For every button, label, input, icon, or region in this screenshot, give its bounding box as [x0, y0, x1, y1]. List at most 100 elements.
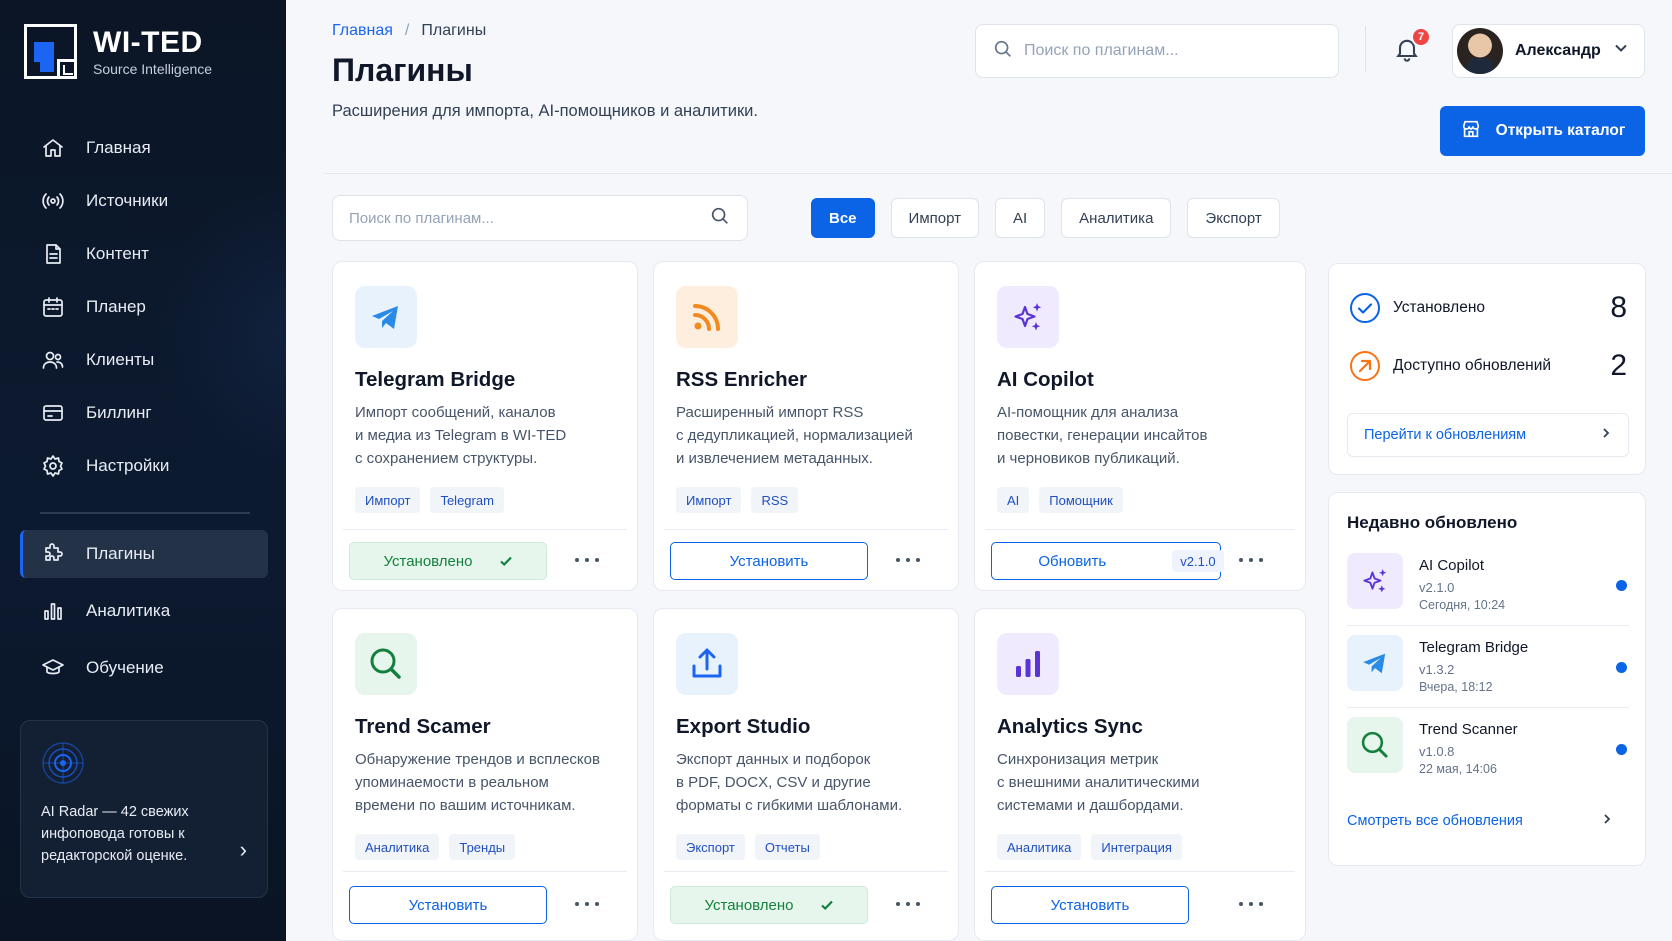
recent-plugin-date: Сегодня, 10:24 [1419, 598, 1506, 612]
global-search-input[interactable] [1024, 42, 1324, 60]
open-catalog-button[interactable]: Открыть каталог [1440, 106, 1645, 156]
recently-updated-panel: Недавно обновлено AI Copilot v2.1.0 Сегодн… [1328, 492, 1646, 866]
logo-icon [24, 24, 77, 79]
users-icon [40, 347, 66, 373]
search-icon [1347, 717, 1403, 773]
more-options-icon[interactable] [575, 548, 599, 572]
plugin-tag: Импорт [676, 487, 742, 513]
sidebar-item-billing[interactable]: Биллинг [20, 389, 268, 437]
plugin-card[interactable]: Trend Scamer Обнаружение трендов и всплес… [332, 608, 638, 941]
more-options-icon[interactable] [896, 548, 920, 572]
sidebar-item-settings[interactable]: Настройки [20, 442, 268, 490]
arrow-up-right-icon [1349, 350, 1381, 382]
sidebar: WI-TED Source Intelligence Главная Источ… [0, 0, 286, 941]
plugin-card[interactable]: RSS Enricher Расширенный импорт RSS с деду… [653, 261, 959, 591]
go-to-updates-link[interactable]: Перейти к обновлениям [1347, 413, 1629, 457]
user-menu[interactable]: Александр [1452, 24, 1645, 78]
logo[interactable]: WI-TED Source Intelligence [24, 24, 212, 79]
go-to-updates-label: Перейти к обновлениям [1364, 427, 1527, 443]
plugin-description-line: форматы с гибкими шаблонами. [676, 797, 903, 814]
installed-label: Установлено [1393, 299, 1486, 316]
sidebar-item-sources[interactable]: Источники [20, 177, 268, 225]
installed-button[interactable]: Установлено [670, 886, 868, 924]
plugin-tags: Импорт Telegram [355, 487, 504, 513]
sidebar-item-content[interactable]: Контент [20, 230, 268, 278]
ai-radar-text: AI Radar — 42 свежих инфоповода готовы к… [41, 804, 189, 864]
plugin-description-line: AI-помощник для анализа [997, 404, 1179, 421]
category-filter: Все Импорт AI Аналитика Экспорт [811, 198, 1280, 238]
recent-update-item[interactable]: Trend Scanner v1.0.8 22 мая, 14:06 [1347, 717, 1631, 789]
filter-chip[interactable]: Аналитика [1061, 198, 1172, 238]
plugin-card[interactable]: AI Copilot AI-помощник для анализа повестк… [974, 261, 1306, 591]
recent-plugin-version: v2.1.0 [1419, 580, 1455, 595]
telegram-icon [1347, 635, 1403, 691]
more-options-icon[interactable] [896, 892, 920, 916]
filter-chip[interactable]: Экспорт [1187, 198, 1280, 238]
updates-label: Доступно обновлений [1393, 357, 1552, 374]
view-all-updates-link[interactable]: Смотреть все обновления [1347, 813, 1613, 829]
more-options-icon[interactable] [1239, 892, 1263, 916]
global-search[interactable] [975, 24, 1339, 78]
recent-update-item[interactable]: Telegram Bridge v1.3.2 Вчера, 18:12 [1347, 635, 1631, 707]
plugin-search-input[interactable] [349, 209, 709, 227]
search-icon [355, 633, 417, 695]
calendar-icon [40, 294, 66, 320]
update-button[interactable]: Обновить v2.1.0 [991, 542, 1224, 580]
sidebar-nav-secondary: Плагины Аналитика Обучение [20, 530, 268, 701]
more-options-icon[interactable] [575, 892, 599, 916]
install-button[interactable]: Установить [670, 542, 868, 580]
user-name: Александр [1515, 42, 1601, 59]
brand-title: WI-TED [93, 25, 203, 59]
page-title: Плагины [332, 52, 473, 88]
plugin-description-line: Экспорт данных и подборок [676, 751, 871, 768]
sidebar-item-planner[interactable]: Планер [20, 283, 268, 331]
plugin-description-line: времени по вашим источникам. [355, 797, 576, 814]
sidebar-item-plugins[interactable]: Плагины [20, 530, 268, 578]
check-icon [499, 554, 513, 568]
plugin-description-line: Расширенный импорт RSS [676, 404, 864, 421]
broadcast-icon [40, 188, 66, 214]
install-button[interactable]: Установить [991, 886, 1189, 924]
plugin-name: Export Studio [676, 715, 811, 738]
installed-button[interactable]: Установлено [349, 542, 547, 580]
card-icon [40, 400, 66, 426]
more-options-icon[interactable] [1239, 548, 1263, 572]
chevron-right-icon [1600, 427, 1612, 443]
chevron-right-icon: › [239, 837, 247, 862]
filter-chip[interactable]: Все [811, 198, 875, 238]
open-catalog-label: Открыть каталог [1495, 122, 1626, 139]
sidebar-item-home[interactable]: Главная [20, 124, 268, 172]
bar-chart-icon [997, 633, 1059, 695]
plugin-description-line: и медиа из Telegram в WI-TED [355, 427, 567, 444]
installed-count: 8 [1610, 291, 1627, 324]
ai-radar-card[interactable]: AI Radar — 42 свежих инфоповода готовы к… [20, 720, 268, 898]
installed-stat: Установлено 8 [1349, 288, 1627, 328]
filter-chip[interactable]: AI [994, 198, 1046, 238]
card-divider [343, 871, 627, 872]
plugin-tags: Экспорт Отчеты [676, 834, 820, 860]
installed-label: Установлено [704, 896, 794, 914]
plugin-name: AI Copilot [997, 368, 1094, 391]
plugin-card[interactable]: Analytics Sync Синхронизация метрик с внеш… [974, 608, 1306, 941]
sidebar-item-label: Настройки [86, 456, 170, 475]
plugin-card[interactable]: Telegram Bridge Импорт сообщений, каналов… [332, 261, 638, 591]
breadcrumb-home-link[interactable]: Главная [332, 22, 393, 39]
plugin-search[interactable] [332, 195, 748, 241]
recent-plugin-version: v1.0.8 [1419, 744, 1455, 759]
sidebar-item-clients[interactable]: Клиенты [20, 336, 268, 384]
plugin-card[interactable]: Export Studio Экспорт данных и подборок в … [653, 608, 959, 941]
plugin-description-line: и черновиков публикаций. [997, 450, 1180, 467]
check-icon [820, 898, 834, 912]
sidebar-item-learning[interactable]: Обучение [20, 644, 268, 692]
card-divider [664, 529, 948, 530]
plugin-tag: Отчеты [754, 834, 820, 860]
installed-label: Установлено [383, 552, 473, 570]
store-icon [1460, 118, 1496, 145]
filter-chip[interactable]: Импорт [890, 198, 979, 238]
recent-update-item[interactable]: AI Copilot v2.1.0 Сегодня, 10:24 [1347, 553, 1631, 625]
plugin-description: Обнаружение трендов и всплесков упоминаем… [355, 748, 625, 817]
plugin-stats-panel: Установлено 8 Доступно обновлений 2 Пере… [1328, 263, 1646, 475]
plugin-tags: Аналитика Интеграция [997, 834, 1182, 860]
sidebar-item-analytics[interactable]: Аналитика [20, 587, 268, 635]
install-button[interactable]: Установить [349, 886, 547, 924]
